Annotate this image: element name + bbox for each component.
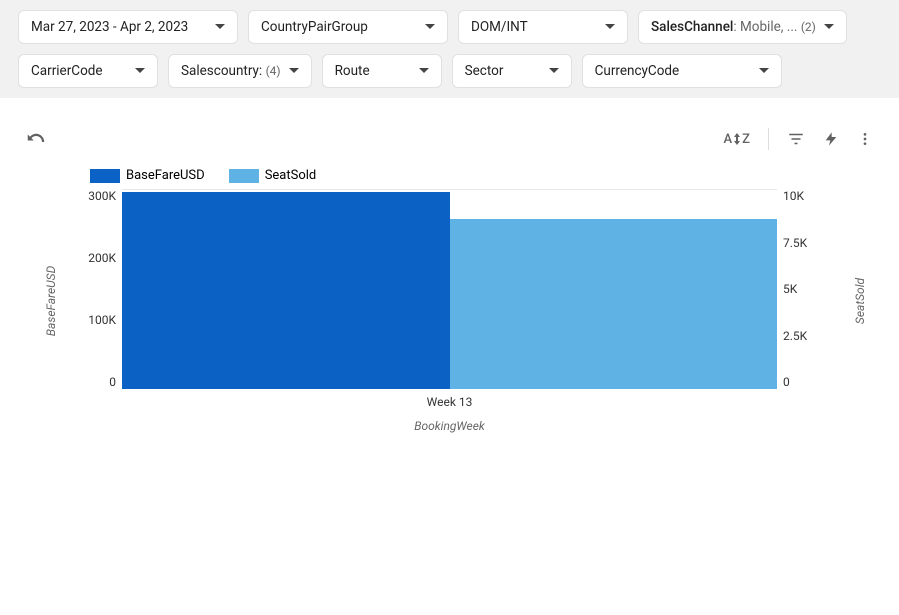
undo-icon[interactable] bbox=[26, 130, 46, 148]
chart-bars bbox=[122, 189, 777, 389]
filter-sector[interactable]: Sector bbox=[452, 54, 572, 88]
bar-seatsold[interactable] bbox=[450, 219, 778, 389]
filter-dom-int[interactable]: DOM/INT bbox=[458, 10, 628, 44]
filter-sales-channel-value: : Mobile, ... bbox=[733, 19, 797, 35]
chart-toolbar: A Z bbox=[20, 128, 879, 168]
chevron-down-icon bbox=[605, 24, 615, 30]
chevron-down-icon bbox=[215, 24, 225, 30]
filter-label: Sector bbox=[465, 63, 504, 79]
y-tick: 0 bbox=[783, 375, 807, 389]
filter-label-wrap: SalesChannel: Mobile, ... (2) bbox=[651, 19, 816, 35]
filter-country-pair-group[interactable]: CountryPairGroup bbox=[248, 10, 448, 44]
filter-date-range-label: Mar 27, 2023 - Apr 2, 2023 bbox=[31, 19, 188, 35]
legend-item-basefare[interactable]: BaseFareUSD bbox=[90, 168, 205, 183]
chevron-down-icon bbox=[419, 68, 429, 74]
filter-bar: Mar 27, 2023 - Apr 2, 2023 CountryPairGr… bbox=[0, 0, 899, 98]
chevron-down-icon bbox=[549, 68, 559, 74]
filter-sales-country[interactable]: Salescountry: (4) bbox=[168, 54, 312, 88]
y-tick: 10K bbox=[783, 189, 807, 203]
x-axis-label: BookingWeek bbox=[60, 409, 839, 433]
y-tick: 300K bbox=[88, 189, 116, 203]
filter-sales-channel-count: (2) bbox=[801, 20, 816, 34]
y-axis-left-label: BaseFareUSD bbox=[44, 265, 58, 335]
legend-swatch bbox=[90, 169, 120, 183]
y-tick: 5K bbox=[783, 282, 807, 296]
chart-panel: A Z BaseFareUSD SeatSold BaseFareUSD bbox=[0, 98, 899, 453]
chevron-down-icon bbox=[135, 68, 145, 74]
more-icon[interactable] bbox=[857, 130, 873, 148]
lightning-icon[interactable] bbox=[823, 130, 839, 148]
filter-label: Route bbox=[335, 63, 370, 79]
x-axis: Week 13 bbox=[122, 389, 777, 409]
filter-currency-code[interactable]: CurrencyCode bbox=[582, 54, 782, 88]
chevron-down-icon bbox=[289, 68, 299, 74]
y-tick: 2.5K bbox=[783, 329, 807, 343]
filter-sales-channel-label: SalesChannel bbox=[651, 19, 733, 35]
filter-date-range[interactable]: Mar 27, 2023 - Apr 2, 2023 bbox=[18, 10, 238, 44]
toolbar-divider bbox=[768, 128, 769, 150]
x-tick: Week 13 bbox=[427, 395, 473, 409]
legend-label: SeatSold bbox=[265, 168, 317, 183]
plot-area: 300K 200K 100K 0 10K 7.5K 5K 2.5K 0 bbox=[74, 189, 825, 389]
filter-icon[interactable] bbox=[787, 130, 805, 148]
filter-sales-country-label: Salescountry: bbox=[181, 63, 262, 79]
filter-route[interactable]: Route bbox=[322, 54, 442, 88]
y-axis-left: 300K 200K 100K 0 bbox=[74, 189, 116, 389]
y-tick: 100K bbox=[88, 313, 116, 327]
filter-label: CurrencyCode bbox=[595, 63, 680, 79]
filter-carrier-code[interactable]: CarrierCode bbox=[18, 54, 158, 88]
legend-label: BaseFareUSD bbox=[126, 168, 205, 183]
y-tick: 200K bbox=[88, 251, 116, 265]
chart-wrapper: BaseFareUSD SeatSold BaseFareUSD SeatSol… bbox=[20, 168, 879, 433]
filter-label: CarrierCode bbox=[31, 63, 103, 79]
chevron-down-icon bbox=[425, 24, 435, 30]
filter-label: CountryPairGroup bbox=[261, 19, 368, 35]
filter-label: DOM/INT bbox=[471, 19, 528, 35]
y-tick: 7.5K bbox=[783, 236, 807, 250]
y-axis-right: 10K 7.5K 5K 2.5K 0 bbox=[783, 189, 825, 389]
chevron-down-icon bbox=[824, 24, 834, 30]
filter-sales-channel[interactable]: SalesChannel: Mobile, ... (2) bbox=[638, 10, 847, 44]
bar-basefare[interactable] bbox=[122, 192, 450, 389]
y-axis-right-label: SeatSold bbox=[853, 277, 867, 323]
chart-legend: BaseFareUSD SeatSold bbox=[60, 168, 839, 189]
legend-item-seatsold[interactable]: SeatSold bbox=[229, 168, 317, 183]
sort-icon[interactable]: A Z bbox=[724, 132, 750, 147]
chevron-down-icon bbox=[759, 68, 769, 74]
y-tick: 0 bbox=[109, 375, 116, 389]
filter-label-wrap: Salescountry: (4) bbox=[181, 63, 281, 79]
legend-swatch bbox=[229, 169, 259, 183]
filter-sales-country-count: (4) bbox=[266, 64, 281, 78]
